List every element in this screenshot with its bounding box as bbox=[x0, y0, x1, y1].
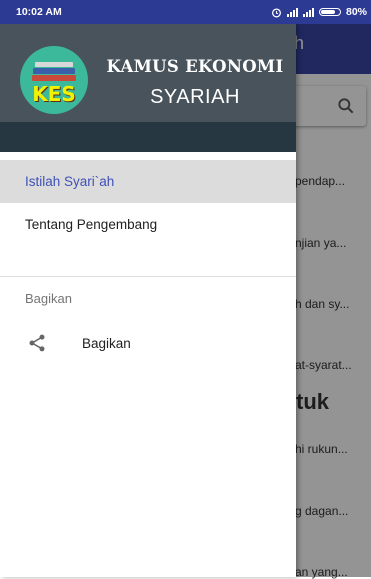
status-icons: 80% bbox=[271, 6, 367, 18]
app-name-line-1: KAMUS EKONOMI bbox=[106, 57, 284, 76]
app-name-line-2: SYARIAH bbox=[150, 86, 240, 108]
drawer-item-share[interactable]: Bagikan bbox=[0, 324, 296, 364]
signal-icon bbox=[286, 7, 298, 17]
section-label-bagikan: Bagikan bbox=[25, 291, 72, 306]
status-time: 10:02 AM bbox=[16, 6, 62, 18]
drawer-header-strip bbox=[0, 122, 296, 152]
app-logo: KES bbox=[20, 46, 88, 114]
share-icon bbox=[29, 334, 45, 352]
drawer-item-label: Istilah Syari`ah bbox=[25, 174, 115, 189]
drawer-divider bbox=[0, 276, 296, 277]
book-icon bbox=[32, 75, 76, 81]
share-label: Bagikan bbox=[82, 336, 131, 351]
book-icon bbox=[35, 62, 73, 67]
drawer-item-istilah-syariah[interactable]: Istilah Syari`ah bbox=[0, 160, 296, 203]
drawer-header: KES KAMUS EKONOMI SYARIAH bbox=[0, 24, 296, 122]
status-bar: 10:02 AM 80% bbox=[0, 0, 371, 24]
battery-icon bbox=[318, 8, 341, 16]
signal-icon-2 bbox=[302, 7, 314, 17]
battery-percent: 80% bbox=[345, 6, 367, 18]
alarm-icon bbox=[271, 7, 281, 17]
navigation-drawer: KES KAMUS EKONOMI SYARIAH Istilah Syari`… bbox=[0, 24, 296, 577]
book-icon bbox=[33, 68, 75, 74]
logo-text: KES bbox=[32, 82, 76, 106]
drawer-item-label: Tentang Pengembang bbox=[25, 217, 158, 232]
drawer-item-tentang-pengembang[interactable]: Tentang Pengembang bbox=[0, 203, 296, 246]
